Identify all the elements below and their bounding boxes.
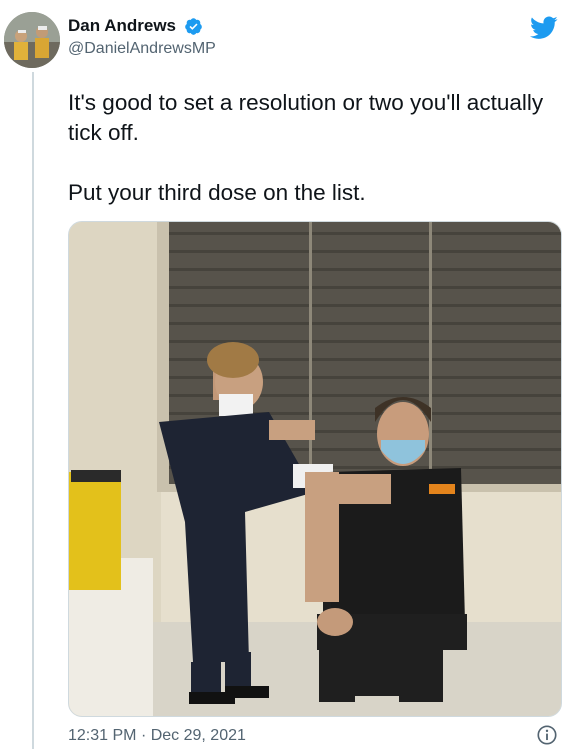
- timestamp-separator: ·: [140, 727, 147, 744]
- tweet-text: It's good to set a resolution or two you…: [68, 88, 548, 238]
- tweet-photo[interactable]: [68, 221, 562, 717]
- info-icon[interactable]: [536, 724, 558, 746]
- twitter-bird-icon[interactable]: [530, 16, 558, 40]
- thread-line: [32, 72, 34, 749]
- display-name[interactable]: Dan Andrews: [68, 16, 176, 36]
- handle[interactable]: @DanielAndrewsMP: [68, 40, 216, 58]
- avatar[interactable]: [4, 12, 60, 68]
- tweet-text-line-2: Put your third dose on the list.: [68, 180, 366, 205]
- vaccination-photo: [69, 222, 561, 716]
- author-block[interactable]: Dan Andrews @DanielAndrewsMP: [68, 16, 216, 58]
- tweet-time[interactable]: 12:31 PM: [68, 727, 136, 744]
- timestamp[interactable]: 12:31 PM · Dec 29, 2021: [68, 727, 246, 745]
- avatar-photo: [4, 12, 60, 68]
- tweet-date[interactable]: Dec 29, 2021: [151, 727, 246, 744]
- tweet-text-line-1: It's good to set a resolution or two you…: [68, 90, 544, 145]
- verified-badge-icon: [185, 17, 203, 35]
